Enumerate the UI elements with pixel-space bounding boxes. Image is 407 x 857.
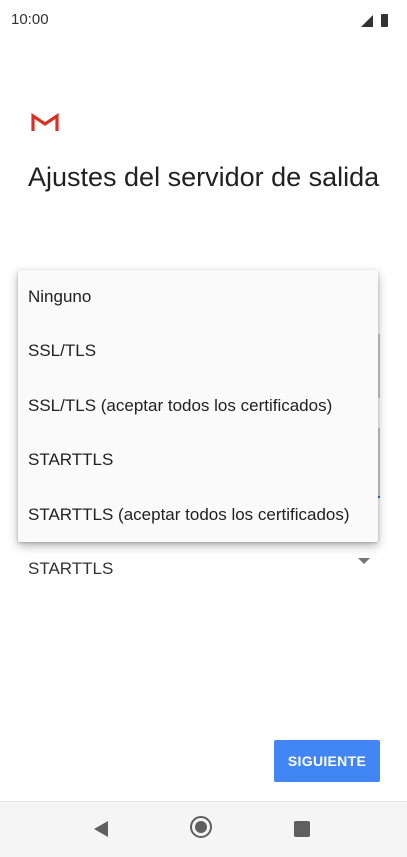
dropdown-option-label: SSL/TLS [28, 341, 97, 360]
battery-icon [381, 14, 388, 27]
signal-icon [361, 15, 373, 27]
dropdown-option-ssl-tls-accept-all[interactable]: SSL/TLS (aceptar todos los certificados) [18, 379, 378, 433]
status-time: 10:00 [11, 11, 49, 28]
navigation-bar [0, 801, 407, 857]
status-icons [361, 14, 388, 27]
dropdown-option-starttls[interactable]: STARTTLS [18, 433, 378, 487]
recents-icon[interactable] [294, 821, 310, 837]
next-button[interactable]: SIGUIENTE [274, 740, 380, 782]
gmail-logo-icon [31, 113, 59, 131]
chevron-down-icon [358, 558, 370, 564]
back-icon[interactable] [94, 821, 108, 837]
status-bar: 10:00 [0, 0, 407, 40]
dropdown-option-label: STARTTLS (aceptar todos los certificados… [28, 505, 350, 524]
field-edge [378, 428, 380, 498]
dropdown-option-label: Ninguno [28, 287, 92, 306]
home-icon[interactable] [190, 816, 212, 838]
dropdown-option-label: STARTTLS [28, 450, 114, 469]
dropdown-option-none[interactable]: Ninguno [18, 270, 378, 324]
page-title: Ajustes del servidor de salida [28, 162, 380, 192]
field-edge [378, 334, 380, 398]
dropdown-option-starttls-accept-all[interactable]: STARTTLS (aceptar todos los certificados… [18, 488, 378, 542]
security-type-value: STARTTLS [28, 559, 114, 578]
security-type-select[interactable]: STARTTLS [28, 548, 370, 588]
dropdown-option-ssl-tls[interactable]: SSL/TLS [18, 324, 378, 378]
security-dropdown-menu: Ninguno SSL/TLS SSL/TLS (aceptar todos l… [18, 270, 378, 542]
dropdown-option-label: SSL/TLS (aceptar todos los certificados) [28, 396, 333, 415]
